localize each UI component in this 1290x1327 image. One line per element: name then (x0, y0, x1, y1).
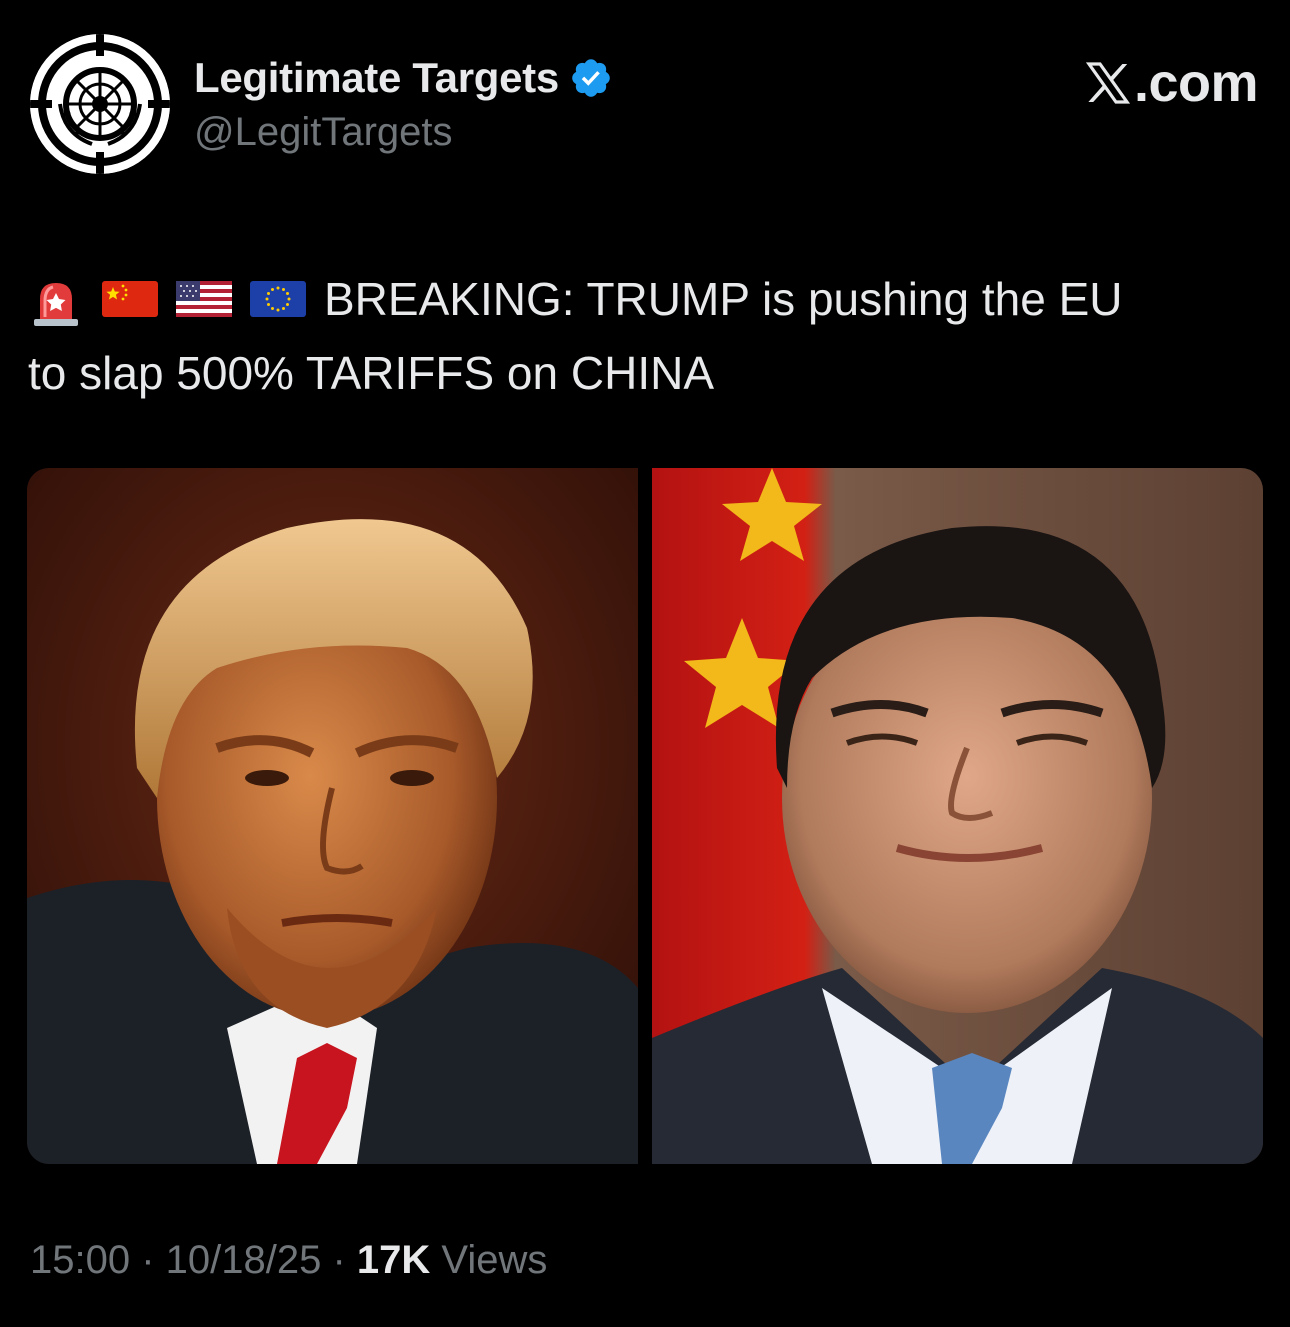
x-com-brand: .com (1084, 52, 1259, 114)
tweet-text-line1: BREAKING: TRUMP is pushing the EU (324, 273, 1123, 325)
display-name[interactable]: Legitimate Targets (194, 54, 559, 102)
display-name-row: Legitimate Targets (194, 52, 613, 104)
verified-badge-icon[interactable] (569, 56, 613, 100)
author-names: Legitimate Targets @LegitTargets (194, 52, 613, 155)
brand-label: .com (1133, 53, 1259, 113)
x-logo-icon (1085, 62, 1131, 104)
meta-separator: · (321, 1238, 357, 1282)
usa-flag-emoji (176, 279, 232, 319)
views-label: Views (430, 1238, 548, 1282)
crosshair-un-emblem-icon (30, 34, 170, 174)
photo-right[interactable] (652, 468, 1263, 1164)
portrait-image-left (27, 468, 638, 1164)
photo-left[interactable] (27, 468, 638, 1164)
tweet-header: Legitimate Targets @LegitTargets .com (30, 34, 1260, 184)
meta-separator: · (130, 1238, 166, 1282)
rotating-light-emoji (28, 279, 84, 326)
tweet-text: BREAKING: TRUMP is pushing the EU to sla… (28, 262, 1258, 410)
tweet-media[interactable] (27, 468, 1263, 1164)
eu-flag-emoji (250, 279, 306, 319)
tweet-text-line2: to slap 500% TARIFFS on CHINA (28, 347, 715, 399)
china-flag-emoji (102, 279, 158, 319)
portrait-image-right (652, 468, 1263, 1164)
views-count[interactable]: 17K (357, 1238, 430, 1282)
tweet-time[interactable]: 15:00 (30, 1238, 130, 1282)
tweet-date[interactable]: 10/18/25 (166, 1238, 322, 1282)
author-handle[interactable]: @LegitTargets (194, 110, 613, 155)
tweet-meta: 15:00 · 10/18/25 · 17K Views (30, 1238, 547, 1283)
avatar[interactable] (30, 34, 170, 174)
